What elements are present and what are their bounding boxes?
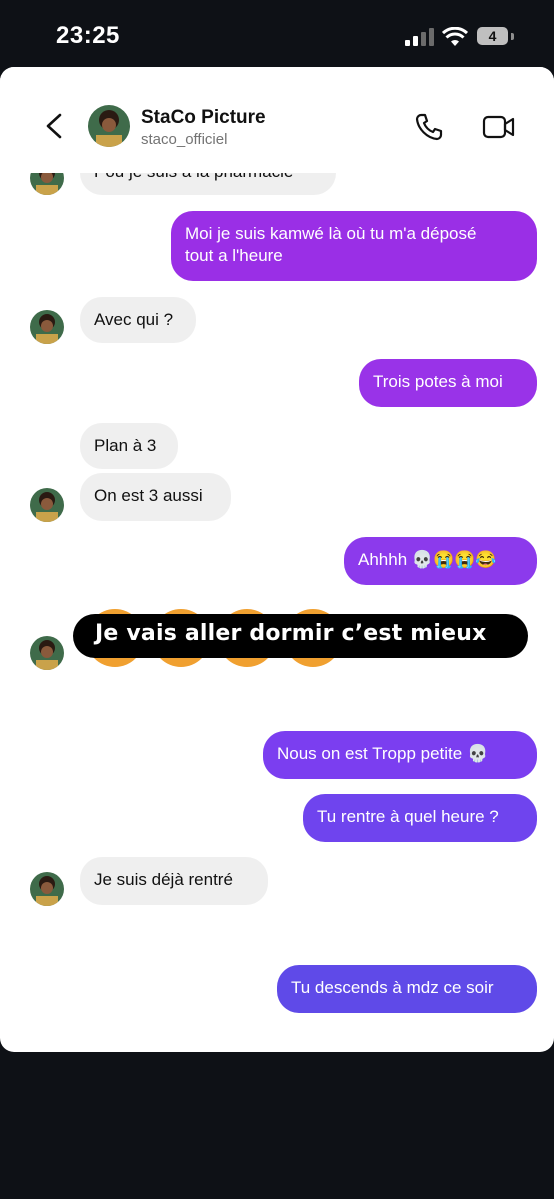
phone-call-icon[interactable]	[413, 111, 445, 143]
battery-level: 4	[488, 28, 497, 44]
outgoing-message: Nous on est Tropp petite 💀	[263, 731, 537, 779]
contact-name[interactable]: StaCo Picture	[141, 107, 266, 129]
incoming-message: Je suis déjà rentré	[80, 857, 268, 905]
message-line: Moi je suis kamwé là où tu m'a déposé	[185, 224, 477, 243]
chat-window: Pou je suis à la pharmacie Moi je suis k…	[0, 67, 554, 1052]
video-call-icon[interactable]	[482, 113, 516, 141]
incoming-message: On est 3 aussi	[80, 473, 231, 521]
battery-icon: 4	[477, 27, 508, 45]
contact-avatar[interactable]	[30, 636, 64, 670]
back-arrow-icon[interactable]	[40, 111, 70, 141]
outgoing-message: Tu descends à mdz ce soir	[277, 965, 537, 1013]
outgoing-message: Moi je suis kamwé là où tu m'a déposé to…	[171, 211, 537, 281]
caption-text: Je vais aller dormir c’est mieux	[95, 621, 487, 646]
status-time: 23:25	[56, 22, 120, 49]
incoming-message: Avec qui ?	[80, 297, 196, 343]
chat-header: StaCo Picture staco_officiel	[0, 67, 554, 173]
status-bar: 23:25 4	[0, 0, 554, 68]
outgoing-message: Ahhhh 💀😭😭😂	[344, 537, 537, 585]
contact-avatar[interactable]	[30, 310, 64, 344]
wifi-icon	[442, 27, 468, 46]
cellular-signal-icon	[405, 28, 435, 46]
caption-overlay: Je vais aller dormir c’est mieux	[73, 614, 528, 658]
outgoing-message: Trois potes à moi	[359, 359, 537, 407]
contact-username[interactable]: staco_officiel	[141, 131, 227, 148]
battery-tip	[511, 33, 514, 40]
outgoing-message: Tu rentre à quel heure ?	[303, 794, 537, 842]
header-avatar[interactable]	[88, 105, 130, 147]
message-line: tout a l'heure	[185, 246, 283, 265]
incoming-message: Plan à 3	[80, 423, 178, 469]
contact-avatar[interactable]	[30, 872, 64, 906]
contact-avatar[interactable]	[30, 488, 64, 522]
